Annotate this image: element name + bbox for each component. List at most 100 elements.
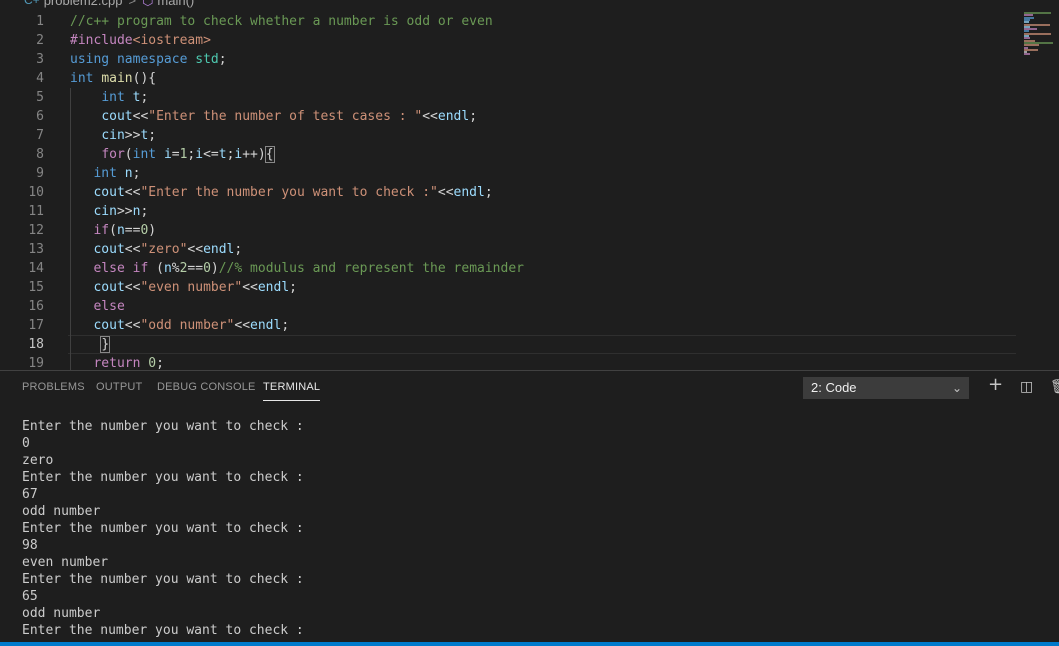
code-token: cout — [93, 242, 125, 257]
code-line[interactable]: 12 if(n==0) — [0, 221, 1059, 240]
terminal-line: 67 — [22, 487, 38, 502]
terminal-line: Enter the number you want to check : — [22, 470, 304, 485]
code-token: ; — [289, 280, 297, 295]
code-token: >> — [124, 128, 141, 143]
code-token: << — [187, 242, 204, 257]
code-token: << — [124, 242, 141, 257]
code-line[interactable]: 2 #include<iostream> — [0, 31, 1059, 50]
code-text: cin>>n; — [70, 202, 148, 221]
terminal-output[interactable]: Enter the number you want to check : 0 zer… — [22, 418, 304, 639]
code-token: % — [171, 261, 180, 276]
code-line[interactable]: 14 else if (n%2==0)//% modulus and repre… — [0, 259, 1059, 278]
tab-problems[interactable]: PROBLEMS — [22, 381, 85, 393]
code-line[interactable]: 7 cin>>t; — [0, 126, 1059, 145]
code-line[interactable]: 18 } — [0, 335, 1059, 354]
code-token: else — [93, 261, 125, 276]
terminal-line: Enter the number you want to check : — [22, 521, 304, 536]
code-line[interactable]: 8 for(int i=1;i<=t;i++){ — [0, 145, 1059, 164]
code-line[interactable]: 19 return 0; — [0, 354, 1059, 370]
code-line[interactable]: 11 cin>>n; — [0, 202, 1059, 221]
code-text: using namespace std; — [70, 50, 227, 69]
terminal-line: Enter the number you want to check : — [22, 572, 304, 587]
code-token: t — [218, 147, 227, 162]
trash-icon[interactable]: 🗑 — [1050, 379, 1059, 395]
code-token: cout — [101, 109, 133, 124]
code-line[interactable]: 4 int main(){ — [0, 69, 1059, 88]
code-token: int — [101, 90, 125, 105]
code-token: for — [101, 147, 125, 162]
line-number: 11 — [28, 204, 44, 219]
code-token: if — [93, 223, 110, 238]
code-line[interactable]: 1 //c++ program to check whether a number… — [0, 12, 1059, 31]
tab-output[interactable]: OUTPUT — [96, 381, 142, 393]
code-token: cout — [93, 318, 125, 333]
line-number: 8 — [36, 147, 44, 162]
code-token: namespace — [116, 52, 188, 67]
line-number: 6 — [36, 109, 44, 124]
code-line[interactable]: 16 else — [0, 297, 1059, 316]
line-number: 16 — [28, 299, 44, 314]
code-text: else — [70, 297, 125, 316]
code-text: int main(){ — [70, 69, 156, 88]
code-token: ++) — [242, 147, 266, 162]
terminal-line: 98 — [22, 538, 38, 553]
code-token: n — [116, 223, 125, 238]
code-token: ; — [234, 242, 243, 257]
code-line[interactable]: 15 cout<<"even number"<<endl; — [0, 278, 1059, 297]
tab-terminal[interactable]: TERMINAL — [263, 381, 321, 401]
code-line[interactable]: 17 cout<<"odd number"<<endl; — [0, 316, 1059, 335]
tab-debug-console[interactable]: DEBUG CONSOLE — [157, 381, 256, 393]
line-number: 1 — [36, 14, 44, 29]
code-text: else if (n%2==0)//% modulus and represen… — [70, 259, 524, 278]
code-token: cin — [101, 128, 125, 143]
plus-icon[interactable]: + — [988, 374, 1003, 395]
code-token: endl — [257, 280, 290, 295]
code-token: ; — [218, 52, 227, 67]
breadcrumb-file[interactable]: problem2.cpp — [44, 0, 123, 8]
code-token: << — [132, 109, 149, 124]
code-line[interactable]: 6 cout<<"Enter the number of test cases … — [0, 107, 1059, 126]
code-editor[interactable]: 1 //c++ program to check whether a number… — [0, 12, 1059, 370]
code-token: ; — [281, 318, 290, 333]
code-token: i — [163, 147, 172, 162]
code-token: endl — [203, 242, 235, 257]
code-text: cout<<"odd number"<<endl; — [70, 316, 289, 335]
indent-guide — [70, 88, 71, 370]
breadcrumb-separator: > — [128, 0, 137, 8]
code-token: if — [132, 261, 149, 276]
code-line[interactable]: 3 using namespace std; — [0, 50, 1059, 69]
code-token: "Enter the number of test cases : " — [148, 109, 423, 124]
code-line[interactable]: 10 cout<<"Enter the number you want to c… — [0, 183, 1059, 202]
code-text: int n; — [70, 164, 140, 183]
code-token: //% modulus and represent the remainder — [218, 261, 524, 276]
code-token: else — [93, 299, 125, 314]
code-token: << — [422, 109, 438, 124]
code-text: int t; — [70, 88, 148, 107]
code-text: cin>>t; — [70, 126, 156, 145]
line-number: 3 — [36, 52, 44, 67]
code-token: endl — [453, 185, 485, 200]
code-token: >> — [116, 204, 133, 219]
code-token: int — [93, 166, 117, 181]
terminal-select[interactable]: 2: Code ⌄ — [803, 377, 969, 399]
split-terminal-icon[interactable]: ◫ — [1020, 379, 1033, 395]
code-token: <iostream> — [132, 33, 211, 48]
minimap[interactable] — [1024, 12, 1054, 56]
code-line[interactable]: 9 int n; — [0, 164, 1059, 183]
code-line[interactable]: 13 cout<<"zero"<<endl; — [0, 240, 1059, 259]
code-token: ; — [132, 166, 141, 181]
code-token: << — [124, 318, 141, 333]
terminal-line: 65 — [22, 589, 38, 604]
matched-brace: { — [264, 146, 275, 163]
code-line[interactable]: 5 int t; — [0, 88, 1059, 107]
code-token: ; — [469, 109, 478, 124]
code-text: cout<<"Enter the number of test cases : … — [70, 107, 477, 126]
breadcrumb-symbol[interactable]: main() — [157, 0, 194, 8]
